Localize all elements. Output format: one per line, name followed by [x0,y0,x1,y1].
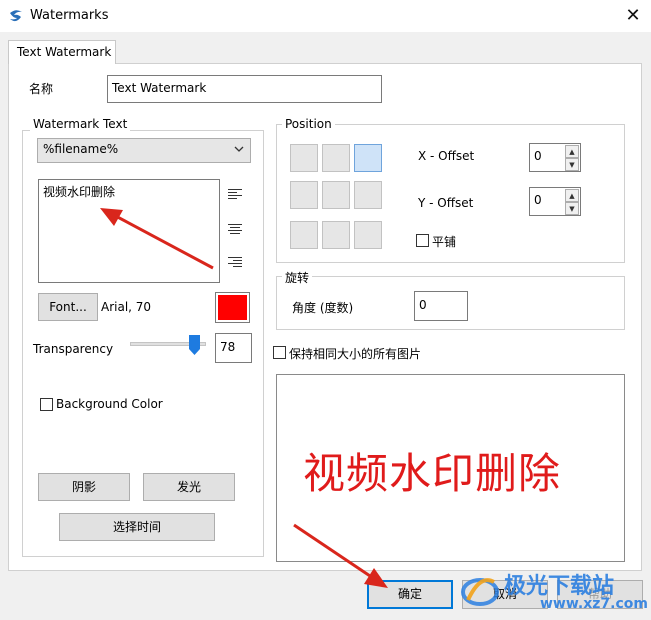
arrow-to-ok-button [293,523,388,588]
arrow-to-text-area [100,208,214,270]
annotation-arrows [100,208,388,588]
